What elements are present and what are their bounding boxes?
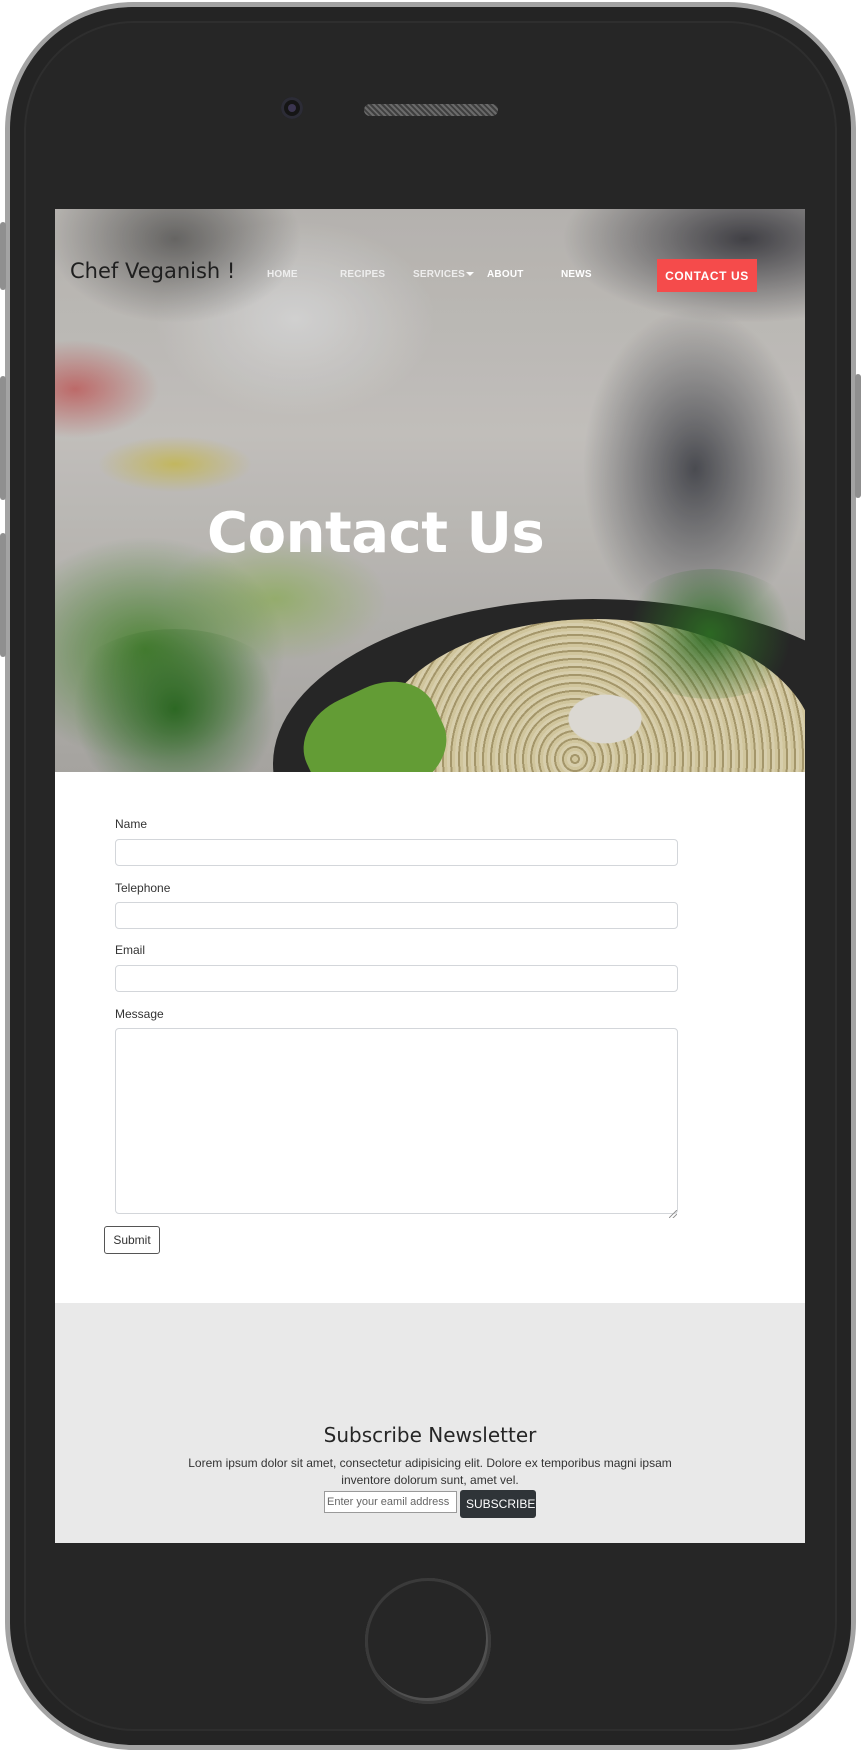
telephone-field[interactable] [115, 902, 678, 929]
home-button[interactable] [365, 1578, 491, 1704]
nav-news[interactable]: NEWS [561, 269, 592, 280]
nav-about[interactable]: ABOUT [487, 269, 524, 280]
email-field[interactable] [115, 965, 678, 992]
newsletter-text: Lorem ipsum dolor sit amet, consectetur … [188, 1456, 672, 1487]
name-label: Name [115, 817, 148, 831]
nav-recipes[interactable]: RECIPES [340, 269, 385, 280]
contact-us-button[interactable]: CONTACT US [657, 259, 757, 292]
brand-logo[interactable]: Chef Veganish ! [70, 259, 235, 283]
newsletter-title: Subscribe Newsletter [323, 1423, 537, 1447]
hero-section: Chef Veganish ! HOME RECIPES SERVICES AB… [55, 209, 805, 772]
phone-side-button-volume-up [0, 376, 6, 500]
front-camera [281, 97, 303, 119]
dropdown-caret-icon [466, 272, 474, 277]
nav-services[interactable]: SERVICES [413, 269, 474, 280]
page-title: Contact Us [207, 501, 545, 566]
submit-button[interactable]: Submit [104, 1226, 160, 1254]
message-field[interactable] [115, 1028, 678, 1214]
phone-side-button-silent [0, 222, 6, 290]
message-label: Message [115, 1007, 164, 1021]
earpiece-speaker [364, 104, 498, 116]
newsletter-email-input[interactable] [324, 1491, 457, 1513]
hero-image-overlay [55, 209, 805, 772]
name-field[interactable] [115, 839, 678, 866]
nav-services-label: SERVICES [413, 269, 465, 280]
newsletter-section: Subscribe Newsletter Lorem ipsum dolor s… [55, 1303, 805, 1543]
nav-home[interactable]: HOME [267, 269, 298, 280]
subscribe-button[interactable]: SUBSCRIBE [460, 1490, 536, 1518]
screen: Chef Veganish ! HOME RECIPES SERVICES AB… [55, 209, 805, 1543]
resize-handle-icon[interactable] [669, 1210, 677, 1218]
telephone-label: Telephone [115, 881, 171, 895]
phone-side-button-power [855, 374, 861, 498]
email-label: Email [115, 943, 146, 957]
phone-side-button-volume-down [0, 533, 6, 657]
